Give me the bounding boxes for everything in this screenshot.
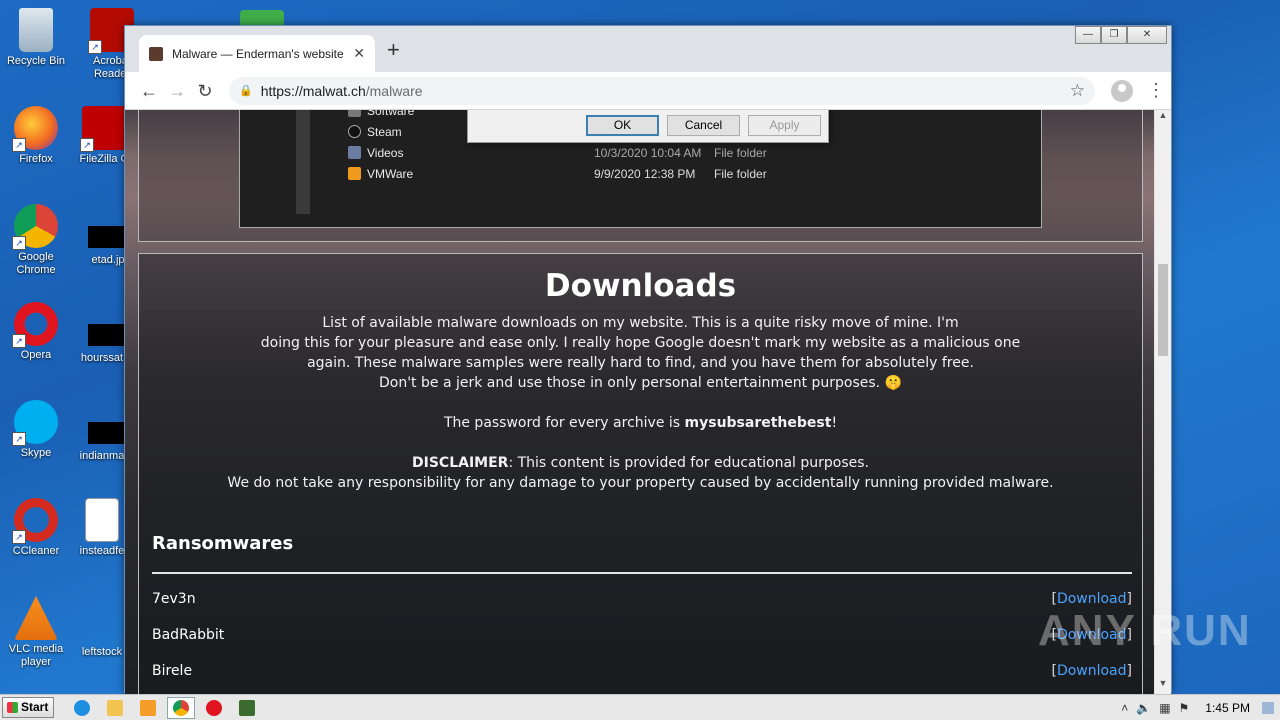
browser-toolbar: ← → ↻ 🔒 https://malwat.ch/malware ☆ ⋮ (125, 72, 1171, 110)
opera-taskbar-icon[interactable] (200, 697, 228, 719)
system-tray: ˄ 🔈 ▦ ⚑ 1:45 PM (1113, 695, 1280, 720)
app-taskbar-icon[interactable] (233, 697, 261, 719)
page-viewport: Software Steam Videos VMWare 10/3/2020 1… (125, 110, 1156, 694)
downloads-title: Downloads (544, 268, 737, 304)
green-app-icon[interactable] (240, 10, 284, 26)
start-button[interactable]: Start (2, 697, 54, 718)
item-name: BadRabbit (152, 627, 225, 643)
firefox-icon: ↗ (12, 106, 58, 152)
profile-avatar-icon[interactable] (1111, 79, 1133, 102)
chrome-taskbar-icon[interactable] (167, 696, 195, 719)
explorer-row: Software (348, 110, 414, 118)
disclaimer-line: DISCLAIMER: This content is provided for… (412, 455, 869, 471)
section-heading-ransomwares: Ransomwares (152, 533, 294, 554)
tab-title: Malware — Enderman's website (172, 46, 344, 61)
back-icon[interactable]: ← (135, 77, 163, 105)
password-value: mysubsarethebest (684, 415, 832, 431)
chrome-window: Malware — Enderman's website ✕ + — ❐ ✕ ←… (124, 25, 1172, 694)
desktop-icon-firefox[interactable]: ↗ Firefox (0, 106, 72, 166)
show-hidden-icons-icon[interactable]: ˄ (1121, 701, 1128, 715)
desktop-icon-chrome[interactable]: ↗ Google Chrome (0, 204, 72, 277)
close-window-icon[interactable]: ✕ (1127, 26, 1167, 44)
videos-folder-icon (348, 146, 361, 159)
desktop-icon-opera[interactable]: ↗ Opera (0, 302, 72, 362)
show-desktop-icon[interactable] (1262, 701, 1274, 714)
scrollbar-thumb[interactable] (1158, 264, 1168, 356)
screenshot-card: Software Steam Videos VMWare 10/3/2020 1… (138, 110, 1143, 242)
properties-dialog: OK Cancel Apply (467, 110, 829, 143)
new-tab-icon[interactable]: + (387, 39, 400, 61)
url-text: https://malwat.ch/malware (260, 82, 423, 99)
network-icon[interactable]: ▦ (1159, 701, 1170, 715)
recycle-bin-icon (19, 8, 53, 52)
redacted-icon (88, 226, 124, 248)
row-date: 10/3/2020 10:04 AM (594, 146, 702, 160)
row-type: File folder (714, 167, 767, 181)
row-type: File folder (714, 146, 767, 160)
media-player-taskbar-icon[interactable] (134, 697, 162, 719)
reload-icon[interactable]: ↻ (191, 77, 219, 105)
site-favicon-icon (149, 46, 163, 61)
divider (152, 572, 1132, 574)
explorer-taskbar-icon[interactable] (101, 697, 129, 719)
tab-strip: Malware — Enderman's website ✕ + — ❐ ✕ (125, 26, 1171, 72)
ccleaner-icon: ↗ (12, 498, 58, 544)
cancel-button: Cancel (667, 115, 740, 136)
explorer-sidebar (296, 110, 310, 214)
vmware-icon (348, 167, 361, 180)
bookmark-star-icon[interactable]: ☆ (1070, 81, 1085, 101)
intro-line-3: again. These malware samples were really… (307, 355, 974, 371)
word-document-icon (85, 498, 119, 542)
desktop-icon-ccleaner[interactable]: ↗ CCleaner (0, 498, 72, 558)
scroll-up-icon[interactable]: ▲ (1155, 110, 1171, 126)
scroll-down-icon[interactable]: ▼ (1155, 678, 1171, 694)
disclaimer-label: DISCLAIMER (412, 455, 509, 471)
menu-kebab-icon[interactable]: ⋮ (1147, 80, 1165, 101)
vlc-icon (14, 596, 58, 640)
filezilla-icon: ↗ (80, 106, 126, 152)
minimize-window-icon[interactable]: — (1075, 26, 1101, 44)
explorer-row: VMWare (348, 167, 413, 181)
explorer-row: Steam (348, 125, 402, 139)
intro-line-2: doing this for your pleasure and ease on… (260, 335, 1021, 351)
desktop-icon-vlc[interactable]: VLC media player (0, 596, 72, 669)
restore-window-icon[interactable]: ❐ (1101, 26, 1127, 44)
download-link[interactable]: Download (1057, 591, 1127, 607)
apply-button: Apply (748, 115, 821, 136)
opera-icon: ↗ (12, 302, 58, 348)
action-center-flag-icon[interactable]: ⚑ (1179, 701, 1190, 715)
redacted-icon (88, 422, 124, 444)
taskbar: Start ˄ 🔈 ▦ ⚑ 1:45 PM (0, 694, 1280, 720)
desktop-icon-recycle-bin[interactable]: Recycle Bin (0, 8, 72, 68)
item-name: 7ev3n (152, 591, 196, 607)
steam-icon (348, 125, 361, 138)
redacted-icon (88, 324, 124, 346)
folder-icon (348, 110, 361, 117)
intro-line-1: List of available malware downloads on m… (322, 315, 959, 331)
forward-icon[interactable]: → (163, 77, 191, 105)
desktop-icon-skype[interactable]: ↗ Skype (0, 400, 72, 460)
ie-taskbar-icon[interactable] (68, 697, 96, 719)
item-name: Birele (152, 663, 193, 679)
intro-line-4: Don't be a jerk and use those in only pe… (378, 375, 903, 391)
volume-icon[interactable]: 🔈 (1136, 701, 1151, 715)
download-link[interactable]: Download (1057, 627, 1127, 643)
lock-icon: 🔒 (239, 85, 253, 97)
explorer-row: Videos (348, 146, 403, 160)
disclaimer-line-2: We do not take any responsibility for an… (227, 475, 1054, 491)
address-bar[interactable]: 🔒 https://malwat.ch/malware ☆ (229, 76, 1095, 105)
row-date: 9/9/2020 12:38 PM (594, 167, 696, 181)
chrome-icon: ↗ (12, 204, 58, 250)
skype-icon: ↗ (12, 400, 58, 446)
download-link[interactable]: Download (1057, 663, 1127, 679)
downloads-card: Downloads List of available malware down… (138, 253, 1143, 694)
clock[interactable]: 1:45 PM (1205, 701, 1250, 715)
ok-button: OK (586, 115, 659, 136)
close-tab-icon[interactable]: ✕ (353, 45, 365, 62)
tab-malware[interactable]: Malware — Enderman's website ✕ (139, 35, 375, 72)
password-line: The password for every archive is mysubs… (443, 415, 838, 431)
page-scrollbar[interactable]: ▲ ▼ (1154, 110, 1171, 694)
